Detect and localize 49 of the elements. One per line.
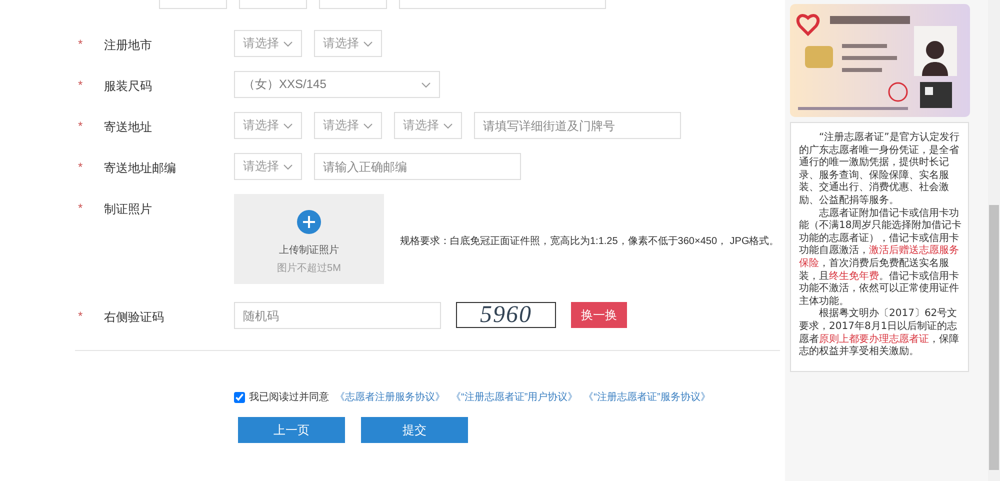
agree-checkbox[interactable] [234,392,245,402]
photo-requirements: 规格要求：白底免冠正面证件照，宽高比为1:1.25，像素不低于360×450， JPG格式。 [400,234,780,248]
field-label: 右侧验证码 [104,309,165,326]
agreement-text: 我已阅读过并同意 [249,390,329,404]
select-field[interactable] [319,0,387,9]
previous-page-button[interactable]: 上一页 [238,417,345,443]
select-field[interactable]: 请选择 [314,112,382,139]
field-label: 注册地市 [104,37,153,54]
refresh-captcha-button[interactable]: 换一换 [571,302,627,328]
required-mark: * [78,37,83,51]
input-field[interactable]: 请输入正确邮编 [314,153,521,180]
chevron-down-icon [363,40,373,46]
required-mark: * [78,201,83,215]
chevron-down-icon [283,164,293,170]
field-label: 寄送地址 [104,119,153,136]
required-mark: * [78,119,83,133]
plus-icon [297,210,321,234]
info-paragraph: 志愿者证附加借记卡或信用卡功能（不满18周岁只能选择附加借记卡功能的志愿者证），借记卡或信用卡功能自愿激活，激活后赠送志愿服务保险，首次消费后免费配送实名服装，且终生免年费。借记卡或信用卡功能不激活，依然可以正常使用证件主体功能。 [799,208,962,308]
field-label: 服装尺码 [104,78,153,95]
info-paragraph: 根据粤文明办〔2017〕62号文要求，2017年8月1日以后制证的志愿者原则上都要办理志愿者证，保障志的权益并享受相关激励。 [799,308,960,359]
select-field[interactable] [159,0,227,9]
select-field[interactable]: 请选择 [394,112,462,139]
upload-area[interactable]: 上传制证照片 图片不超过5M [234,194,384,284]
input-field[interactable]: 随机码 [234,302,441,329]
select-field[interactable] [239,0,307,9]
chevron-down-icon [421,82,431,88]
chevron-down-icon [283,40,293,46]
chevron-down-icon [363,122,373,128]
chevron-down-icon [283,122,293,128]
required-mark: * [78,309,83,323]
scrollbar-thumb[interactable] [989,205,999,470]
field-label: 制证照片 [104,201,153,218]
field-label: 寄送地址邮编 [104,160,177,177]
select-field[interactable]: 请选择 [234,30,302,57]
submit-button[interactable]: 提交 [361,417,468,443]
agreement-link[interactable]: 《志愿者注册服务协议》 [335,390,445,404]
chevron-down-icon [443,122,453,128]
input-field[interactable]: 请填写详细街道及门牌号 [474,112,681,139]
required-mark: * [78,78,83,92]
select-field[interactable]: （女）XXS/145 [234,71,440,98]
input-field[interactable] [399,0,606,9]
agreement-link[interactable]: 《“注册志愿者证”用户协议》 [451,390,578,404]
select-field[interactable]: 请选择 [314,30,382,57]
required-mark: * [78,160,83,174]
select-field[interactable]: 请选择 [234,153,302,180]
select-field[interactable]: 请选择 [234,112,302,139]
info-paragraph: “注册志愿者证”是官方认定发行的广东志愿者唯一身份凭证，是全省通行的唯一激励凭据，提供时长记录、服务查询、保险保障、实名服装、交通出行、消费优惠、社会激励、公益配捐等服务。 [799,132,960,208]
captcha-image: 5960 [456,302,556,328]
agreement-link[interactable]: 《“注册志愿者证”服务协议》 [584,390,710,404]
